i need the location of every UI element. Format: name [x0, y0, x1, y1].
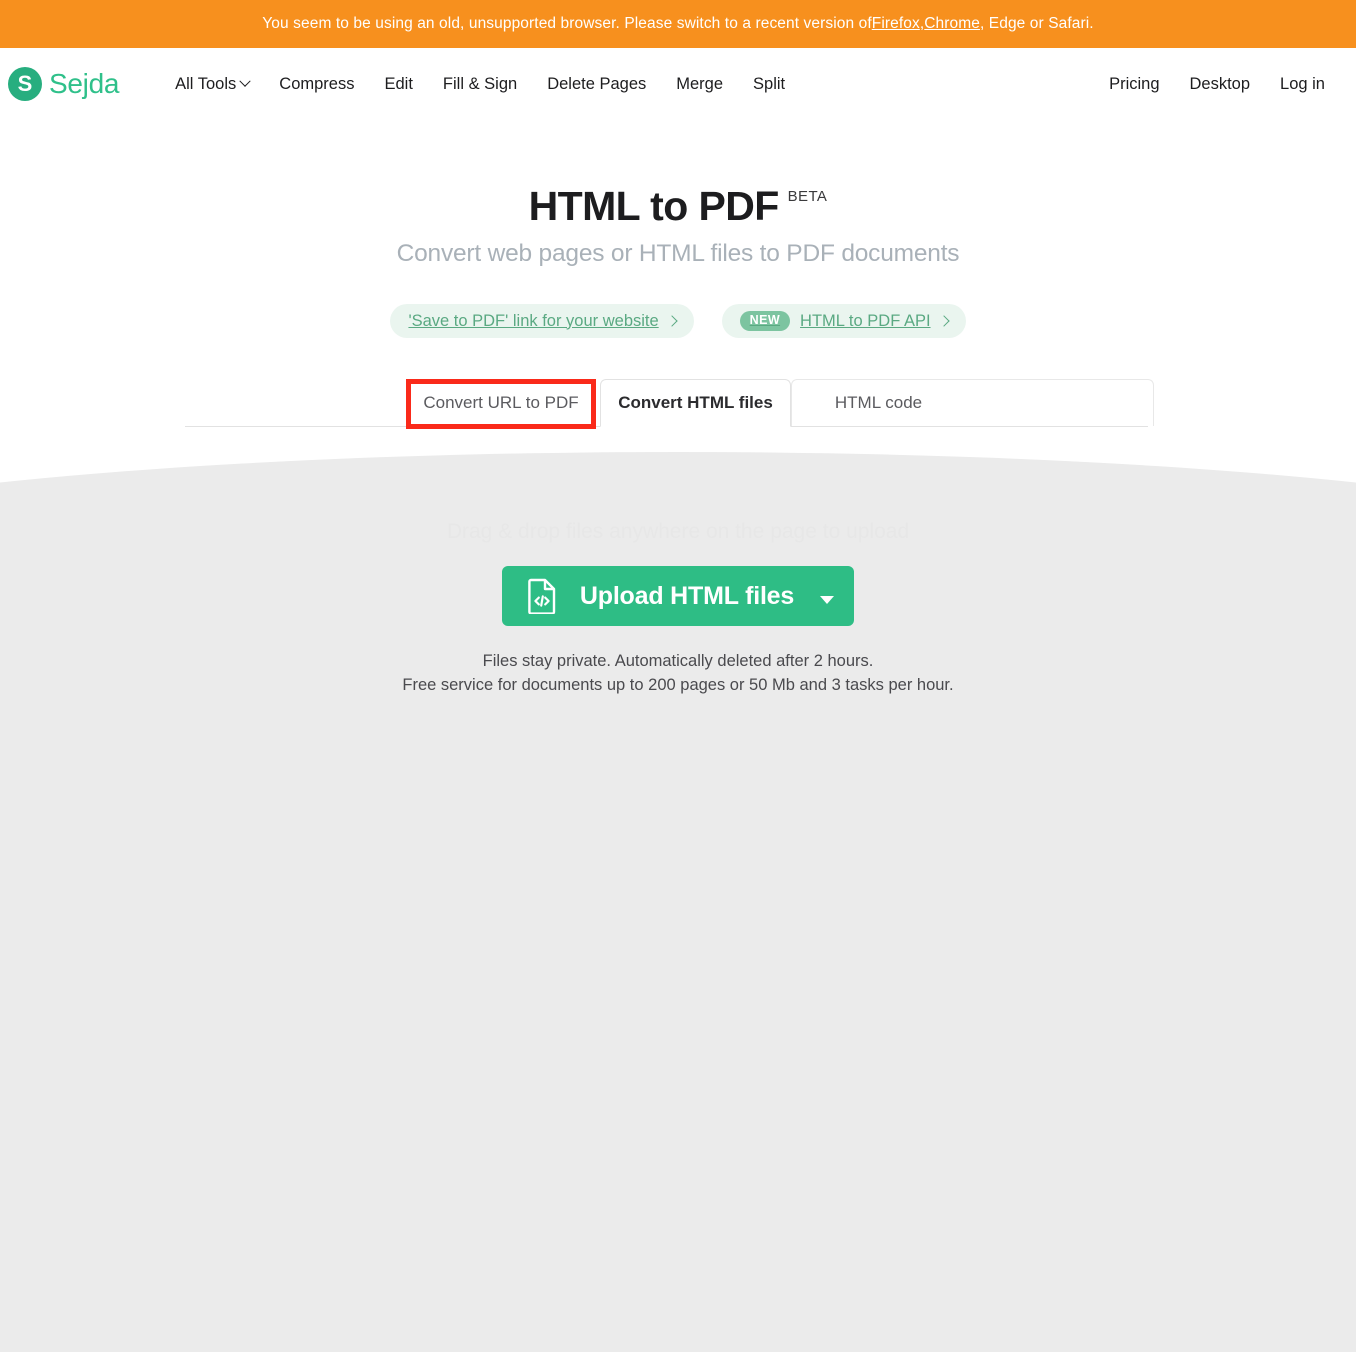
tab-convert-url-to-pdf[interactable]: Convert URL to PDF: [406, 379, 596, 427]
drag-and-drop-hint: Drag & drop files anywhere on the page t…: [446, 520, 910, 543]
site-header: S Sejda All Tools Compress Edit Fill & S…: [0, 48, 1356, 120]
nav-item-log-in[interactable]: Log in: [1280, 75, 1325, 94]
nav-item-pricing[interactable]: Pricing: [1109, 75, 1159, 94]
tab-bar: Convert URL to PDF Convert HTML files HT…: [185, 379, 1154, 427]
nav-item-split[interactable]: Split: [753, 75, 785, 94]
promo-save-to-pdf-label: 'Save to PDF' link for your website: [408, 311, 659, 330]
upload-html-files-button[interactable]: Upload HTML files: [501, 566, 855, 626]
primary-navigation: All Tools Compress Edit Fill & Sign Dele…: [175, 75, 785, 94]
upload-dropdown-toggle[interactable]: [794, 582, 835, 611]
tab-html-code[interactable]: HTML code: [791, 379, 966, 427]
nav-item-fill-and-sign[interactable]: Fill & Sign: [443, 75, 517, 94]
nav-item-delete-pages[interactable]: Delete Pages: [547, 75, 646, 94]
browser-warning-text-tail: , Edge or Safari.: [979, 15, 1094, 32]
page-subtitle: Convert web pages or HTML files to PDF d…: [396, 240, 960, 267]
new-badge: NEW: [739, 311, 791, 331]
file-code-icon: [528, 578, 558, 614]
promo-html-to-pdf-api-label: HTML to PDF API: [800, 311, 931, 330]
upload-button-row: Upload HTML files: [0, 566, 1356, 626]
promo-save-to-pdf-link[interactable]: 'Save to PDF' link for your website: [390, 304, 694, 338]
sejda-logo-text: Sejda: [49, 68, 120, 99]
caret-down-icon: [820, 595, 835, 604]
page-title: HTML to PDF: [528, 183, 780, 229]
nav-item-all-tools[interactable]: All Tools: [175, 74, 251, 94]
sejda-logo[interactable]: S Sejda: [8, 67, 119, 101]
nav-item-merge[interactable]: Merge: [676, 75, 723, 94]
nav-item-compress[interactable]: Compress: [279, 75, 354, 94]
nav-item-desktop[interactable]: Desktop: [1190, 75, 1251, 94]
nav-item-all-tools-label: All Tools: [175, 74, 237, 93]
browser-warning-banner: You seem to be using an old, unsupported…: [0, 0, 1356, 48]
privacy-note-line-2: Free service for documents up to 200 pag…: [402, 675, 954, 694]
hero-section: HTML to PDF BETA Convert web pages or HT…: [0, 120, 1356, 338]
tab-convert-html-files[interactable]: Convert HTML files: [600, 379, 791, 427]
privacy-note-line-1: Files stay private. Automatically delete…: [482, 652, 874, 670]
secondary-navigation: Pricing Desktop Log in: [1109, 75, 1325, 94]
chrome-link[interactable]: Chrome: [924, 15, 980, 33]
page-title-row: HTML to PDF BETA: [0, 186, 1356, 227]
beta-badge: BETA: [787, 188, 828, 205]
promo-links-row: 'Save to PDF' link for your website NEW …: [0, 304, 1356, 338]
chevron-down-icon: [239, 75, 251, 87]
sejda-logo-icon: S: [8, 67, 42, 101]
firefox-link[interactable]: Firefox: [872, 15, 920, 33]
chevron-right-icon: [937, 315, 950, 327]
nav-item-edit[interactable]: Edit: [384, 75, 412, 94]
chevron-right-icon: [666, 315, 678, 327]
promo-html-to-pdf-api-link[interactable]: NEW HTML to PDF API: [721, 304, 966, 338]
upload-html-files-label: Upload HTML files: [579, 581, 795, 610]
privacy-note: Files stay private. Automatically delete…: [0, 650, 1356, 698]
browser-warning-text: You seem to be using an old, unsupported…: [262, 15, 872, 32]
